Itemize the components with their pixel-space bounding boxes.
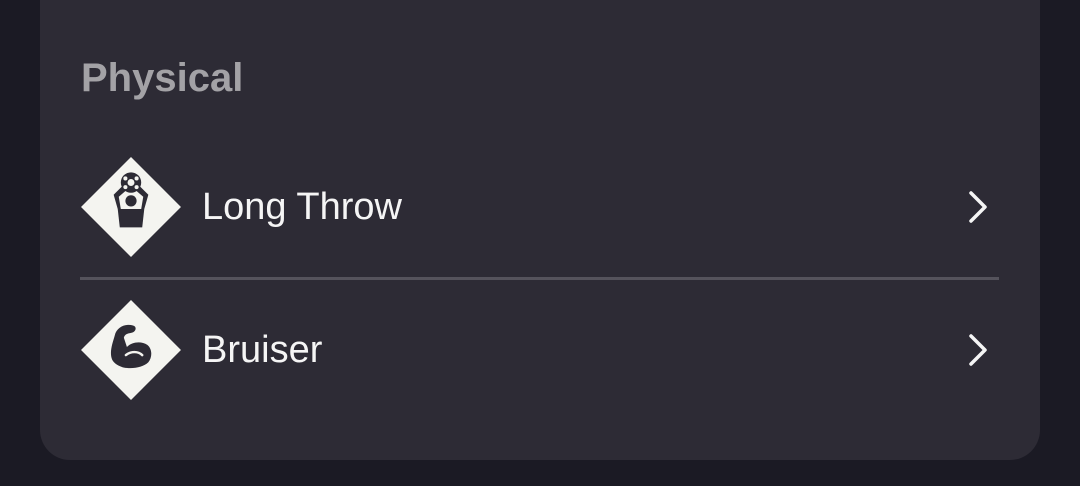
trait-label-bruiser: Bruiser <box>202 329 323 371</box>
trait-row-long-throw[interactable]: Long Throw <box>80 155 1000 259</box>
chevron-right-icon <box>969 334 987 366</box>
bruiser-icon <box>81 300 181 400</box>
trait-row-bruiser[interactable]: Bruiser <box>80 298 1000 402</box>
long-throw-icon <box>81 157 181 257</box>
section-title: Physical <box>81 56 244 100</box>
row-divider <box>80 277 999 280</box>
trait-label-long-throw: Long Throw <box>202 186 402 228</box>
chevron-right-icon <box>969 191 987 223</box>
traits-card: Physical Long Throw Bruiser <box>40 0 1040 460</box>
